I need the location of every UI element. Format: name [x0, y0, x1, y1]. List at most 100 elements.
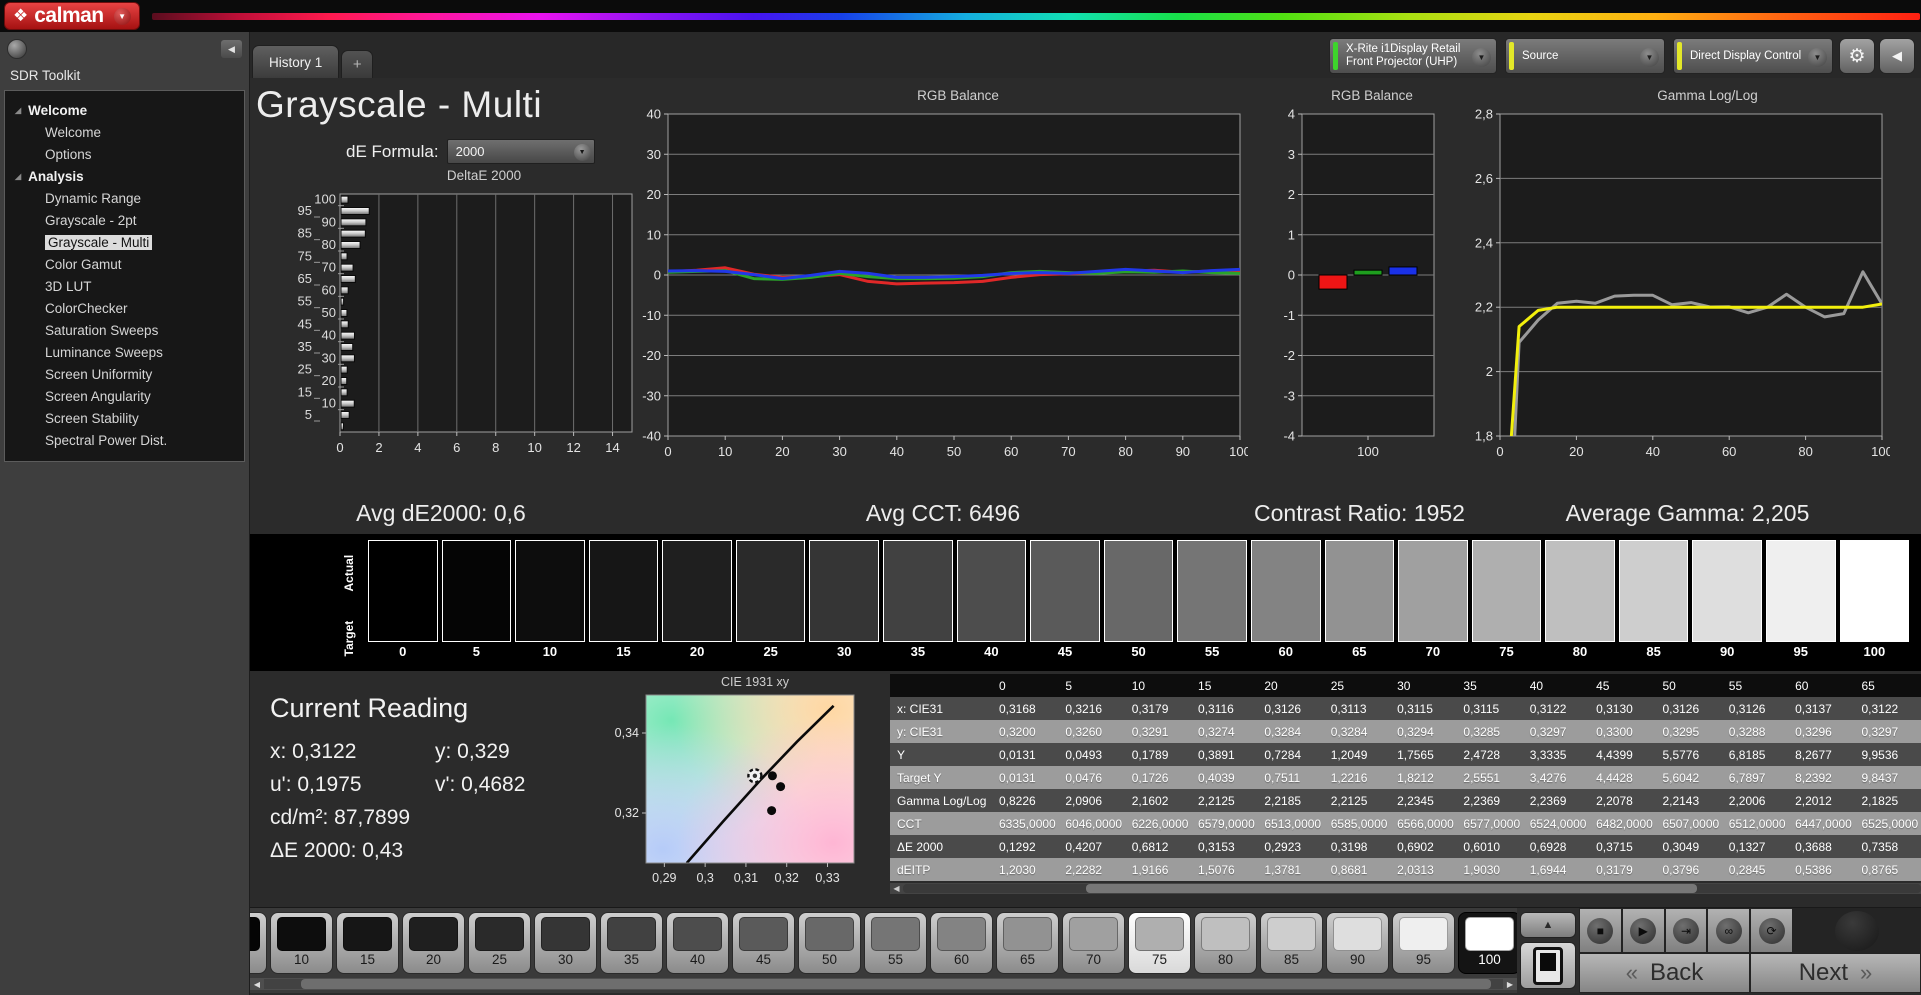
add-tab-button[interactable]: +: [341, 50, 373, 78]
table-col-65[interactable]: 65: [1854, 674, 1921, 697]
pattern-level-5[interactable]: 5: [250, 912, 267, 974]
step-button[interactable]: ⇥: [1665, 908, 1708, 953]
sidebar-item-grayscale-2pt[interactable]: Grayscale - 2pt: [5, 210, 244, 232]
pattern-level-85[interactable]: 85: [1260, 912, 1323, 974]
levels-expand-button[interactable]: ▲: [1520, 912, 1576, 938]
pattern-level-30[interactable]: 30: [534, 912, 597, 974]
table-col-40[interactable]: 40: [1523, 674, 1589, 697]
pattern-level-10[interactable]: 10: [270, 912, 333, 974]
pattern-level-35[interactable]: 35: [600, 912, 663, 974]
svg-text:90: 90: [1176, 444, 1190, 459]
sidebar-item-luminance-sweeps[interactable]: Luminance Sweeps: [5, 342, 244, 364]
expander-icon[interactable]: ◢: [15, 106, 21, 115]
table-col-55[interactable]: 55: [1722, 674, 1788, 697]
table-cell: 1,2049: [1324, 743, 1390, 766]
scroll-left-icon[interactable]: ◀: [890, 884, 903, 893]
sidebar-item-screen-uniformity[interactable]: Screen Uniformity: [5, 364, 244, 386]
swatch-level-label: 5: [442, 642, 512, 664]
de-formula-select[interactable]: 2000 ▼: [447, 139, 595, 164]
scroll-right-icon[interactable]: ▶: [1503, 980, 1517, 989]
pattern-level-15[interactable]: 15: [336, 912, 399, 974]
calman-logo-button[interactable]: ❖ calman ▼: [4, 2, 140, 30]
svg-text:2: 2: [375, 440, 382, 455]
table-col-50[interactable]: 50: [1655, 674, 1721, 697]
scroll-left-icon[interactable]: ◀: [250, 980, 264, 989]
sidebar-collapse-icon[interactable]: ◀: [221, 40, 242, 58]
levels-scrollbar[interactable]: ◀ ▶: [250, 978, 1517, 990]
pattern-level-90[interactable]: 90: [1326, 912, 1389, 974]
ramp-target-label: Target: [342, 606, 368, 672]
dropdown-direct[interactable]: Direct Display Control▼: [1673, 38, 1833, 74]
pattern-level-50[interactable]: 50: [798, 912, 861, 974]
table-col-15[interactable]: 15: [1191, 674, 1257, 697]
level-label: 25: [469, 952, 530, 967]
pattern-level-80[interactable]: 80: [1194, 912, 1257, 974]
pattern-level-75[interactable]: 75: [1128, 912, 1191, 974]
table-col-45[interactable]: 45: [1589, 674, 1655, 697]
pattern-level-100[interactable]: 100: [1458, 912, 1517, 974]
table-row-gamma-log-log[interactable]: Gamma Log/Log0,82262,09062,16022,21252,2…: [890, 789, 1921, 812]
table-col-20[interactable]: 20: [1257, 674, 1323, 697]
sidebar-item-grayscale-multi[interactable]: Grayscale - Multi: [5, 232, 244, 254]
table-row-deitp[interactable]: dEITP1,20302,22821,91661,50761,37810,868…: [890, 858, 1921, 881]
table-col-0[interactable]: 0: [992, 674, 1058, 697]
table-row-y-cie31[interactable]: y: CIE310,32000,32600,32910,32740,32840,…: [890, 720, 1921, 743]
sidebar-item-options[interactable]: Options: [5, 144, 244, 166]
swatch-level-label: 70: [1398, 642, 1468, 664]
table-row-target-y[interactable]: Target Y0,01310,04760,17260,40390,75111,…: [890, 766, 1921, 789]
table-cell: 0,5386: [1788, 858, 1854, 881]
stop-button[interactable]: ■: [1579, 908, 1622, 953]
back-button[interactable]: « Back: [1579, 953, 1750, 993]
tab-history-1[interactable]: History 1: [252, 45, 339, 78]
measurement-table-grid: 05101520253035404550556065x: CIE310,3168…: [890, 674, 1921, 881]
svg-text:14: 14: [605, 440, 619, 455]
levels-scroll-thumb[interactable]: [301, 979, 1490, 989]
play-button[interactable]: ▶: [1622, 908, 1665, 953]
table-scroll-thumb[interactable]: [1086, 884, 1697, 893]
pattern-level-95[interactable]: 95: [1392, 912, 1455, 974]
settings-gear-button[interactable]: ⚙: [1839, 38, 1875, 74]
pattern-level-55[interactable]: 55: [864, 912, 927, 974]
workflow-orb-button[interactable]: [7, 39, 27, 59]
table-col-5[interactable]: 5: [1058, 674, 1124, 697]
pattern-level-45[interactable]: 45: [732, 912, 795, 974]
cie-chart-svg: 0,290,30,310,320,330,320,34: [600, 689, 876, 901]
sidebar-item-colorchecker[interactable]: ColorChecker: [5, 298, 244, 320]
table-col-25[interactable]: 25: [1324, 674, 1390, 697]
dropdown-source[interactable]: Source▼: [1505, 38, 1665, 74]
pattern-level-20[interactable]: 20: [402, 912, 465, 974]
table-col-10[interactable]: 10: [1125, 674, 1191, 697]
sidebar-item-screen-stability[interactable]: Screen Stability: [5, 408, 244, 430]
pattern-level-70[interactable]: 70: [1062, 912, 1125, 974]
pattern-level-25[interactable]: 25: [468, 912, 531, 974]
logo-menu-chevron-icon[interactable]: ▼: [114, 8, 131, 25]
table-col-35[interactable]: 35: [1456, 674, 1522, 697]
sidebar-item-color-gamut[interactable]: Color Gamut: [5, 254, 244, 276]
dropdown-x-rite[interactable]: X-Rite i1Display Retail Front Projector …: [1329, 38, 1497, 74]
sidebar-item-3d-lut[interactable]: 3D LUT: [5, 276, 244, 298]
sidebar-item-analysis[interactable]: ◢Analysis: [5, 166, 244, 188]
sidebar-item-saturation-sweeps[interactable]: Saturation Sweeps: [5, 320, 244, 342]
table-col-60[interactable]: 60: [1788, 674, 1854, 697]
table-scrollbar[interactable]: ◀: [890, 883, 1921, 894]
pattern-level-40[interactable]: 40: [666, 912, 729, 974]
sidebar-item-spectral-power-dist[interactable]: Spectral Power Dist.: [5, 430, 244, 452]
next-button[interactable]: Next »: [1750, 953, 1921, 993]
table-row-cct[interactable]: CCT6335,00006046,00006226,00006579,00006…: [890, 812, 1921, 835]
table-row-y[interactable]: Y0,01310,04930,17890,38910,72841,20491,7…: [890, 743, 1921, 766]
pattern-level-60[interactable]: 60: [930, 912, 993, 974]
pattern-window-button[interactable]: [1520, 942, 1576, 989]
table-col-30[interactable]: 30: [1390, 674, 1456, 697]
loop-button[interactable]: ∞: [1707, 908, 1750, 953]
panel-collapse-button[interactable]: ◀: [1879, 38, 1915, 74]
refresh-button[interactable]: ⟳: [1750, 908, 1793, 953]
expander-icon[interactable]: ◢: [15, 172, 21, 181]
table-row-e-2000[interactable]: ΔE 20000,12920,42070,68120,31530,29230,3…: [890, 835, 1921, 858]
sidebar-item-screen-angularity[interactable]: Screen Angularity: [5, 386, 244, 408]
pattern-level-65[interactable]: 65: [996, 912, 1059, 974]
sidebar-item-dynamic-range[interactable]: Dynamic Range: [5, 188, 244, 210]
table-cell: 9,8437: [1854, 766, 1921, 789]
table-row-x-cie31[interactable]: x: CIE310,31680,32160,31790,31160,31260,…: [890, 697, 1921, 720]
sidebar-item-welcome[interactable]: ◢Welcome: [5, 100, 244, 122]
sidebar-item-welcome[interactable]: Welcome: [5, 122, 244, 144]
